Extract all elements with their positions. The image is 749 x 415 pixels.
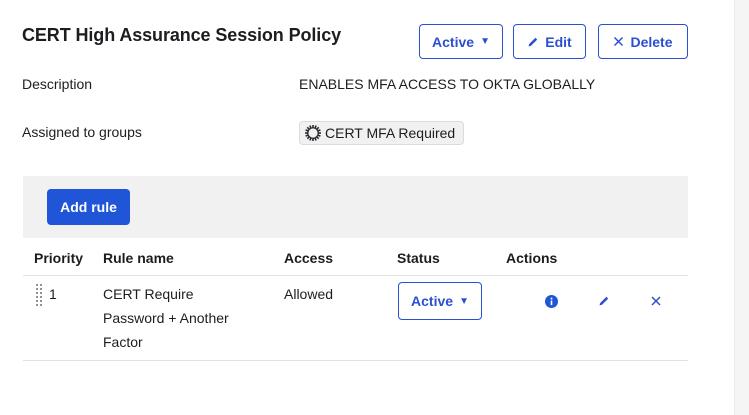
- edit-rule-pencil-icon[interactable]: [596, 293, 612, 309]
- column-header-actions: Actions: [506, 250, 558, 266]
- rule-name-line: Factor: [103, 334, 143, 350]
- groups-label: Assigned to groups: [22, 124, 142, 140]
- rule-status-label: Active: [411, 293, 454, 309]
- column-header-rule-name: Rule name: [103, 250, 174, 266]
- description-label: Description: [22, 76, 93, 92]
- delete-label: Delete: [630, 33, 673, 50]
- delete-button[interactable]: Delete: [598, 24, 688, 59]
- rule-name-line: CERT Require: [103, 286, 194, 302]
- delete-rule-close-icon[interactable]: [648, 293, 664, 309]
- add-rule-button[interactable]: Add rule: [47, 189, 130, 225]
- page-title: CERT High Assurance Session Policy: [22, 25, 342, 45]
- page-scrollbar[interactable]: [734, 0, 749, 415]
- rule-access: Allowed: [284, 286, 334, 302]
- caret-down-icon: ▼: [480, 36, 490, 47]
- header-divider: [23, 275, 688, 276]
- rule-name-line: Password + Another: [103, 310, 229, 326]
- edit-button[interactable]: Edit: [513, 24, 586, 59]
- caret-down-icon: ▼: [459, 295, 469, 307]
- rule-status-dropdown[interactable]: Active ▼: [398, 282, 482, 320]
- drag-handle-icon[interactable]: [36, 284, 44, 306]
- row-divider: [23, 360, 688, 361]
- column-header-priority: Priority: [34, 250, 84, 266]
- edit-label: Edit: [545, 33, 572, 50]
- close-icon: [613, 36, 624, 47]
- group-gear-icon: [304, 124, 322, 142]
- info-icon[interactable]: [543, 293, 559, 309]
- policy-status-label: Active: [432, 33, 475, 50]
- group-chip-label: CERT MFA Required: [325, 125, 456, 141]
- rule-priority: 1: [49, 286, 57, 302]
- description-value: ENABLES MFA ACCESS TO OKTA GLOBALLY: [299, 76, 596, 92]
- column-header-access: Access: [284, 250, 334, 266]
- rule-name: CERT Require Password + Another Factor: [103, 282, 273, 354]
- group-chip[interactable]: CERT MFA Required: [299, 121, 465, 145]
- pencil-icon: [527, 36, 539, 48]
- column-header-status: Status: [397, 250, 440, 266]
- policy-status-dropdown[interactable]: Active ▼: [419, 24, 503, 59]
